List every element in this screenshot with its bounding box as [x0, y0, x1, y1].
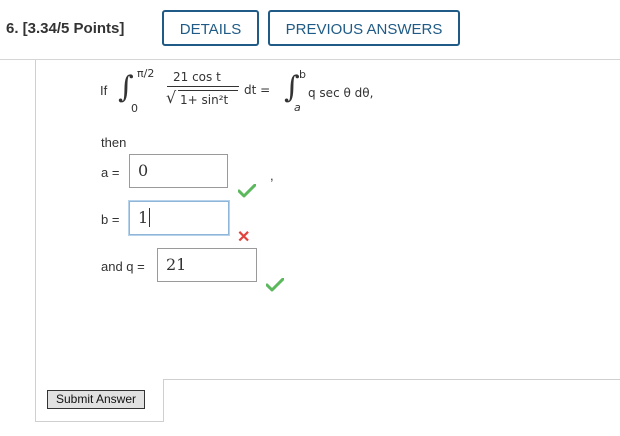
q-input[interactable]: 21 [157, 248, 257, 282]
q-label: and q = [101, 259, 145, 274]
fraction-bar [167, 86, 239, 87]
integral-sign-right: ∫ [284, 70, 300, 105]
b-input[interactable]: 1 [129, 201, 229, 235]
a-input[interactable]: 0 [129, 154, 228, 188]
details-button[interactable]: DETAILS [162, 10, 259, 46]
question-frame-notch [163, 379, 164, 422]
question-frame-border-bottom [35, 421, 164, 422]
text-cursor [149, 208, 151, 227]
dt-equals: dt = [244, 83, 271, 97]
incorrect-cross-icon: ✕ [237, 229, 251, 246]
then-text: then [101, 135, 127, 150]
sqrt-bar [178, 90, 238, 91]
question-frame-border [35, 60, 36, 422]
question-header: 6. [3.34/5 Points] DETAILS PREVIOUS ANSW… [0, 0, 620, 60]
sqrt-sign: √ [166, 88, 177, 107]
question-number: 6. [3.34/5 Points] [6, 20, 125, 37]
fraction-denominator: 1+ sin²t [180, 93, 229, 107]
b-input-value: 1 [138, 208, 149, 227]
comma-text: , [270, 168, 274, 183]
submit-answer-button[interactable]: Submit Answer [47, 390, 145, 409]
integrand-right: q sec θ dθ, [308, 86, 374, 100]
fraction-numerator: 21 cos t [173, 70, 221, 84]
integral-sign-left: ∫ [118, 70, 134, 105]
b-label: b = [101, 212, 120, 227]
a-label: a = [101, 165, 120, 180]
header-divider [0, 59, 620, 60]
upper-limit-right: b [299, 68, 306, 81]
correct-check-icon [238, 184, 256, 198]
question-frame-divider [163, 379, 620, 380]
upper-limit-left: π/2 [137, 67, 155, 80]
lower-limit-left: 0 [131, 102, 138, 115]
if-text: If [100, 83, 108, 98]
previous-answers-button[interactable]: PREVIOUS ANSWERS [268, 10, 460, 46]
lower-limit-right: a [294, 101, 301, 114]
correct-check-icon [266, 278, 284, 292]
